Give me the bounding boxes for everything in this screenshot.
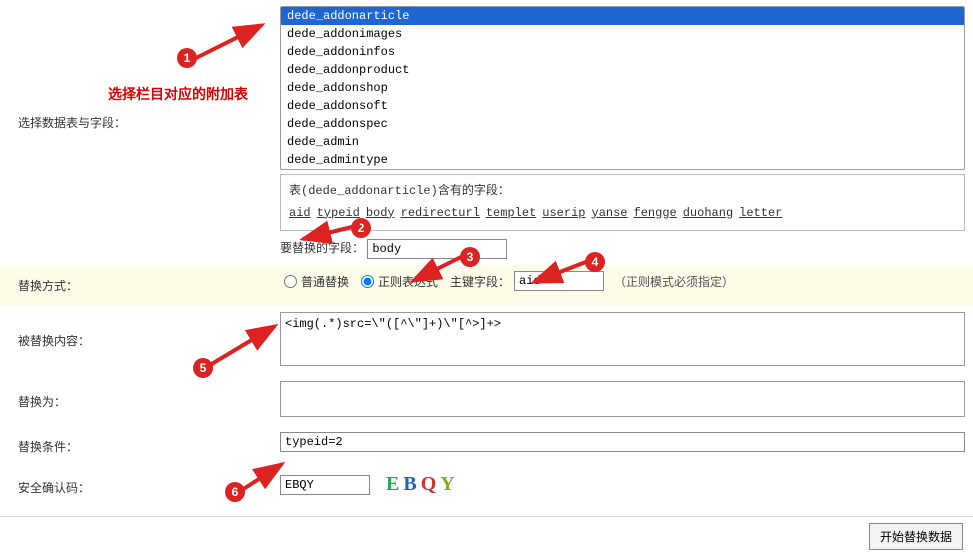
captcha-input[interactable] (280, 475, 370, 495)
table-option[interactable]: dede_addoninfos (281, 43, 964, 61)
label-condition: 替换条件： (0, 430, 280, 463)
field-link[interactable]: redirecturl (401, 206, 480, 220)
fields-caption: 表(dede_addonarticle)含有的字段： (289, 181, 956, 203)
table-option[interactable]: dede_admintype (281, 151, 964, 169)
fields-box: 表(dede_addonarticle)含有的字段： aidtypeidbody… (280, 174, 965, 231)
arrow-1 (192, 20, 282, 70)
field-link[interactable]: body (366, 206, 395, 220)
field-link[interactable]: userip (542, 206, 585, 220)
field-link[interactable]: yanse (592, 206, 628, 220)
replaced-textarea[interactable] (280, 312, 965, 366)
table-option[interactable]: dede_addonproduct (281, 61, 964, 79)
captcha-image[interactable]: EBQY (382, 473, 463, 496)
condition-input[interactable] (280, 432, 965, 452)
label-replace-to: 替换为： (0, 379, 280, 418)
replace-to-textarea[interactable] (280, 381, 965, 417)
table-option[interactable]: dede_addonspec (281, 115, 964, 133)
radio-normal[interactable] (284, 275, 297, 288)
table-option[interactable]: dede_addonimages (281, 25, 964, 43)
submit-button[interactable]: 开始替换数据 (869, 523, 963, 550)
arrow-2 (295, 215, 365, 245)
arrow-6 (242, 460, 292, 495)
field-link[interactable]: templet (486, 206, 536, 220)
table-option[interactable]: dede_addonshop (281, 79, 964, 97)
table-option[interactable]: dede_addonarticle (281, 7, 964, 25)
mode-hint: （正则模式必须指定） (614, 273, 734, 290)
table-option[interactable]: dede_admin (281, 133, 964, 151)
field-link[interactable]: letter (739, 206, 782, 220)
arrow-3 (405, 255, 475, 290)
field-link[interactable]: fengge (634, 206, 677, 220)
field-link[interactable]: duohang (683, 206, 733, 220)
radio-normal-label: 普通替换 (301, 273, 349, 290)
table-listbox[interactable]: dede_addonarticledede_addonimagesdede_ad… (280, 6, 965, 170)
arrow-5 (210, 320, 285, 370)
radio-regex[interactable] (361, 275, 374, 288)
arrow-4 (526, 260, 601, 290)
label-mode: 替换方式： (0, 269, 280, 302)
table-option[interactable]: dede_addonsoft (281, 97, 964, 115)
